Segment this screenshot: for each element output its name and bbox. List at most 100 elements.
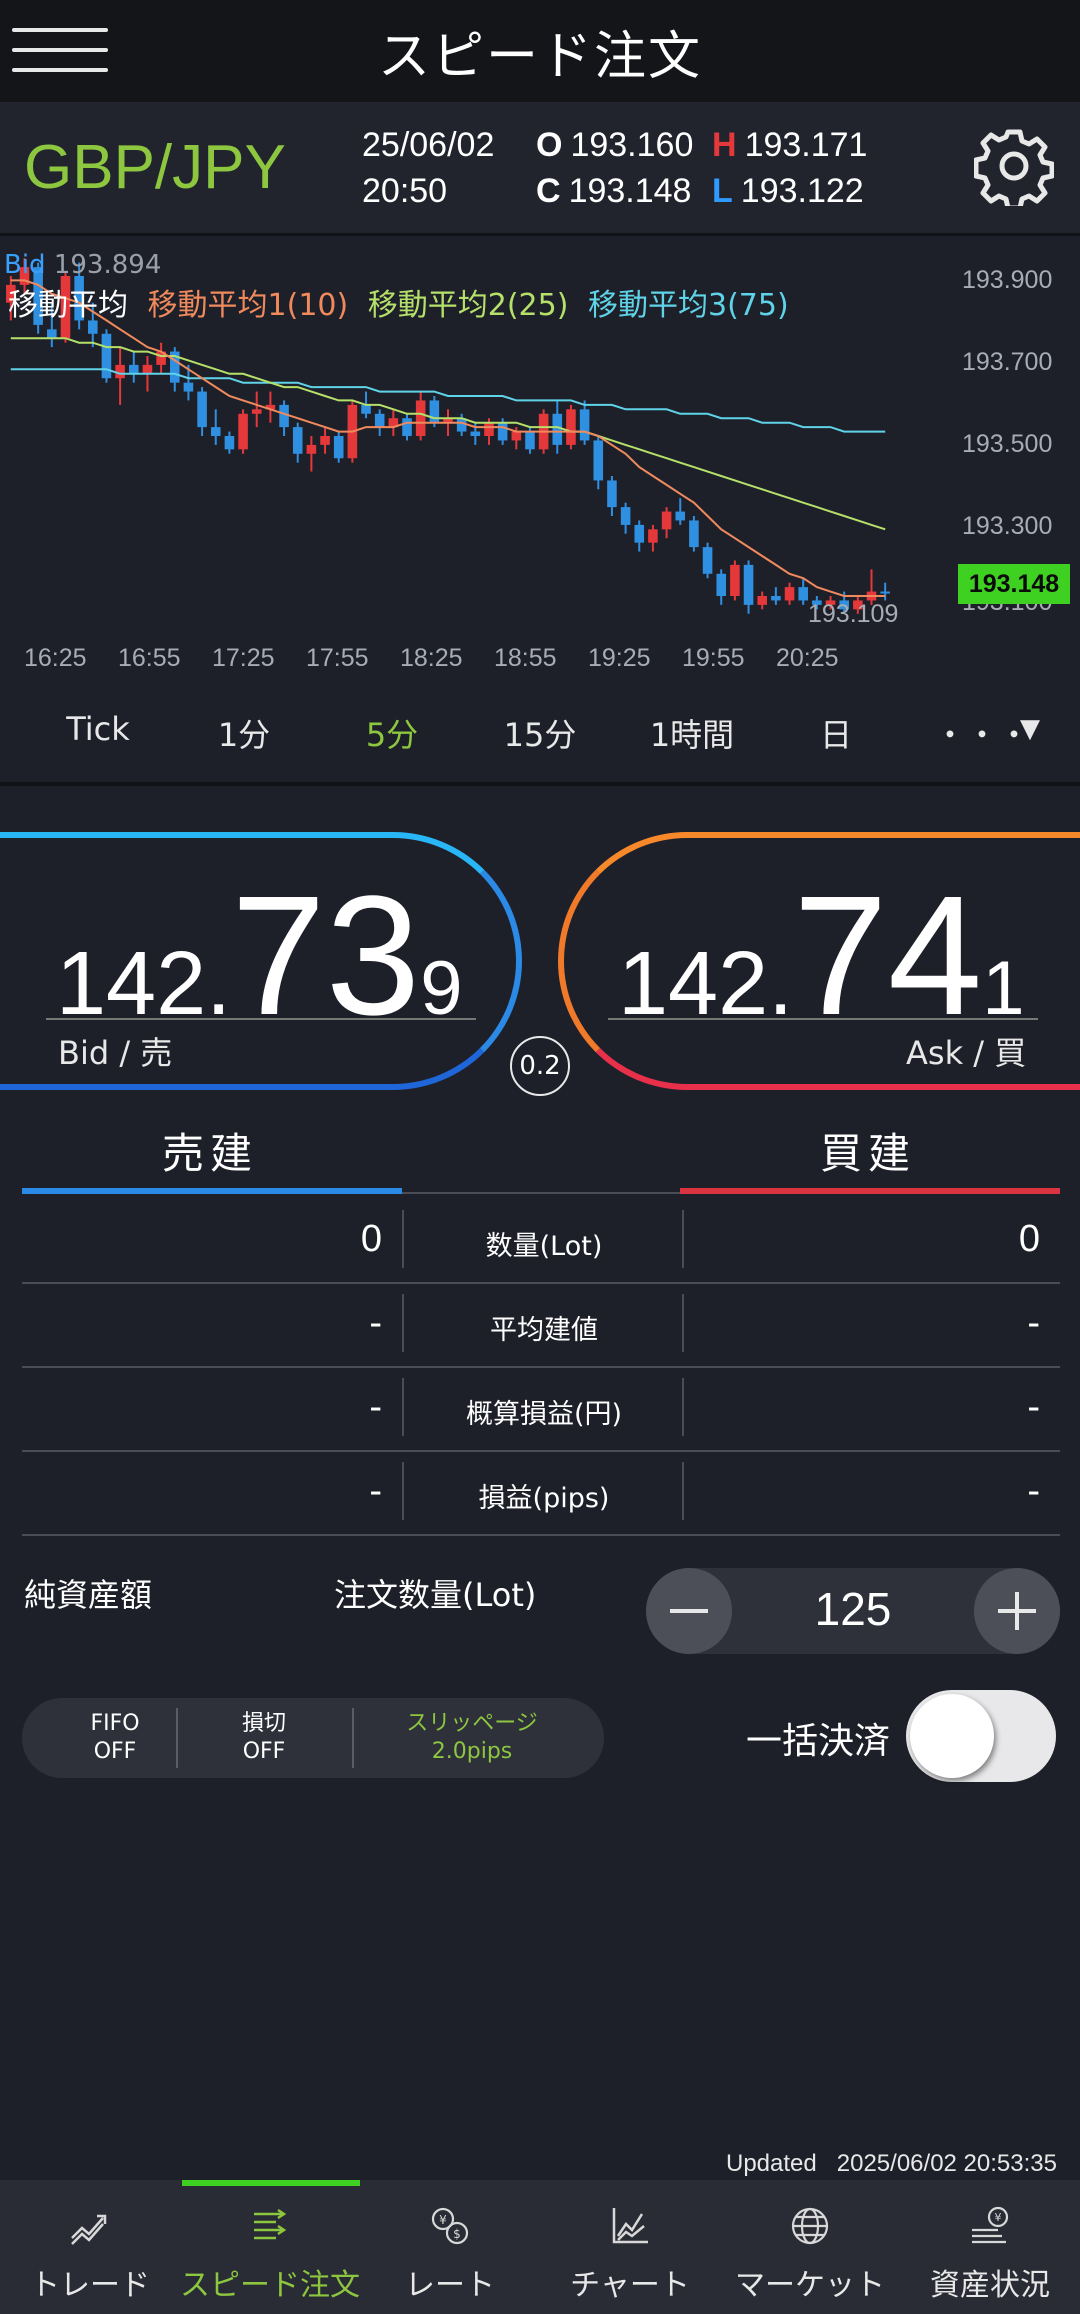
candle-body (238, 413, 248, 450)
ma1-legend: 移動平均1(10) (147, 288, 349, 323)
trade-icon (71, 2214, 107, 2245)
ohlc-high-low: H 193.171 L 193.122 (712, 122, 867, 214)
candle-body (880, 591, 890, 594)
ma3-legend: 移動平均3(75) (587, 288, 789, 323)
tab-1hour[interactable]: 1時間 (628, 710, 756, 756)
nav-market[interactable]: マーケット (720, 2180, 900, 2314)
ask-label: Ask / 買 (906, 1034, 1027, 1072)
candle-body (497, 422, 508, 441)
slippage-value: 2.0pips (431, 1739, 513, 1764)
candle (730, 560, 740, 601)
nav-trade[interactable]: トレード (0, 2180, 180, 2314)
price-chart[interactable]: Bid 193.894 移動平均 移動平均1(10) 移動平均2(25) 移動平… (0, 236, 1080, 676)
row-label-avg-price: 平均建値 (490, 1315, 598, 1346)
x-tick: 17:55 (306, 644, 369, 672)
tab-1min[interactable]: 1分 (196, 710, 292, 756)
candle (210, 409, 221, 445)
buy-position-header[interactable]: 買建 (820, 1120, 916, 1181)
net-assets-label: 純資産額 (24, 1576, 153, 1614)
candle-body (552, 413, 563, 445)
updated-label: Updated (726, 2150, 817, 2177)
more-timeframes-icon[interactable]: ・・・ (934, 710, 1030, 756)
candle (771, 587, 781, 605)
bulk-settle-toggle[interactable] (906, 1690, 1056, 1782)
candle-body (511, 431, 522, 441)
page-title: スピード注文 (377, 27, 702, 87)
candle (593, 436, 604, 490)
candle-body (634, 524, 645, 543)
candle-body (675, 511, 686, 521)
candle-body (429, 400, 440, 423)
stop-loss-value: OFF (242, 1739, 286, 1764)
nav-rate[interactable]: ¥ $ レート (360, 2180, 540, 2314)
currency-pair[interactable]: GBP/JPY (24, 132, 286, 203)
decrease-qty-button[interactable] (646, 1568, 732, 1654)
candle (333, 431, 344, 463)
column-separator (682, 1294, 684, 1352)
option-separator (352, 1708, 354, 1768)
tab-15min[interactable]: 15分 (488, 710, 592, 756)
candle (689, 516, 699, 552)
candle-body (757, 596, 767, 605)
candle (156, 342, 166, 374)
buy-header-underline (680, 1188, 1060, 1194)
candle-body (415, 400, 426, 436)
quantity-stepper: 125 (646, 1568, 1060, 1654)
candle (566, 404, 576, 450)
sell-position-header[interactable]: 売建 (162, 1120, 258, 1181)
candle (757, 591, 767, 610)
nav-market-label: マーケット (735, 2268, 885, 2303)
candle (634, 520, 645, 552)
ma1-line (10, 279, 886, 597)
minus-icon (670, 1609, 708, 1613)
section-divider (0, 782, 1080, 786)
nav-trade-label: トレード (30, 2268, 150, 2303)
candle-body (525, 431, 535, 450)
buy-avg-price: - (1027, 1302, 1040, 1344)
chart-high-value: 193.894 (53, 250, 162, 280)
speed-order-screen: スピード注文 GBP/JPY 25/06/02 20:50 O 193.160 C… (0, 0, 1080, 2314)
bid-label: Bid / 売 (58, 1034, 173, 1072)
ma-title: 移動平均 (8, 288, 128, 323)
bid-sell-button[interactable]: 142.739 Bid / 売 (0, 832, 522, 1090)
candle-body (224, 436, 235, 450)
moving-average-legend[interactable]: 移動平均 移動平均1(10) 移動平均2(25) 移動平均3(75) (8, 280, 799, 324)
candle-body (470, 431, 481, 436)
tab-tick[interactable]: Tick (46, 710, 150, 748)
fifo-option[interactable]: FIFO OFF (62, 1710, 168, 1766)
candle (880, 582, 890, 601)
nav-speed-order[interactable]: スピード注文 (180, 2180, 360, 2314)
tab-day[interactable]: 日 (796, 710, 876, 756)
buy-est-pl: - (1027, 1386, 1040, 1428)
nav-chart[interactable]: チャート (540, 2180, 720, 2314)
candle-body (702, 547, 713, 574)
settings-gear-icon[interactable] (974, 126, 1054, 206)
candle (320, 427, 330, 454)
column-separator (682, 1462, 684, 1520)
candle (279, 400, 289, 436)
candle (197, 387, 207, 436)
candle (115, 347, 125, 405)
open-value: 193.160 (570, 126, 694, 164)
nav-assets[interactable]: ¥ 資産状況 (900, 2180, 1080, 2314)
slippage-option[interactable]: スリッページ 2.0pips (382, 1710, 562, 1766)
stop-loss-option[interactable]: 損切 OFF (202, 1710, 326, 1766)
ask-buy-button[interactable]: 142.741 Ask / 買 (558, 832, 1080, 1090)
candle-body (743, 564, 754, 605)
candle (675, 498, 686, 525)
candle-body (251, 409, 262, 414)
candle-body (648, 529, 658, 543)
candle (224, 431, 235, 454)
x-tick: 19:25 (588, 644, 651, 672)
order-qty-value[interactable]: 125 (732, 1582, 974, 1636)
stop-loss-label: 損切 (241, 1711, 286, 1736)
option-separator (176, 1708, 178, 1768)
market-globe-icon (791, 2207, 829, 2245)
x-tick: 17:25 (212, 644, 275, 672)
increase-qty-button[interactable] (974, 1568, 1060, 1654)
bid-price-big: 73 (231, 861, 421, 1051)
tab-5min[interactable]: 5分 (344, 710, 440, 756)
close-label: C (536, 172, 561, 210)
candle (648, 524, 658, 552)
dropdown-arrow-icon[interactable]: ▼ (1010, 714, 1050, 744)
